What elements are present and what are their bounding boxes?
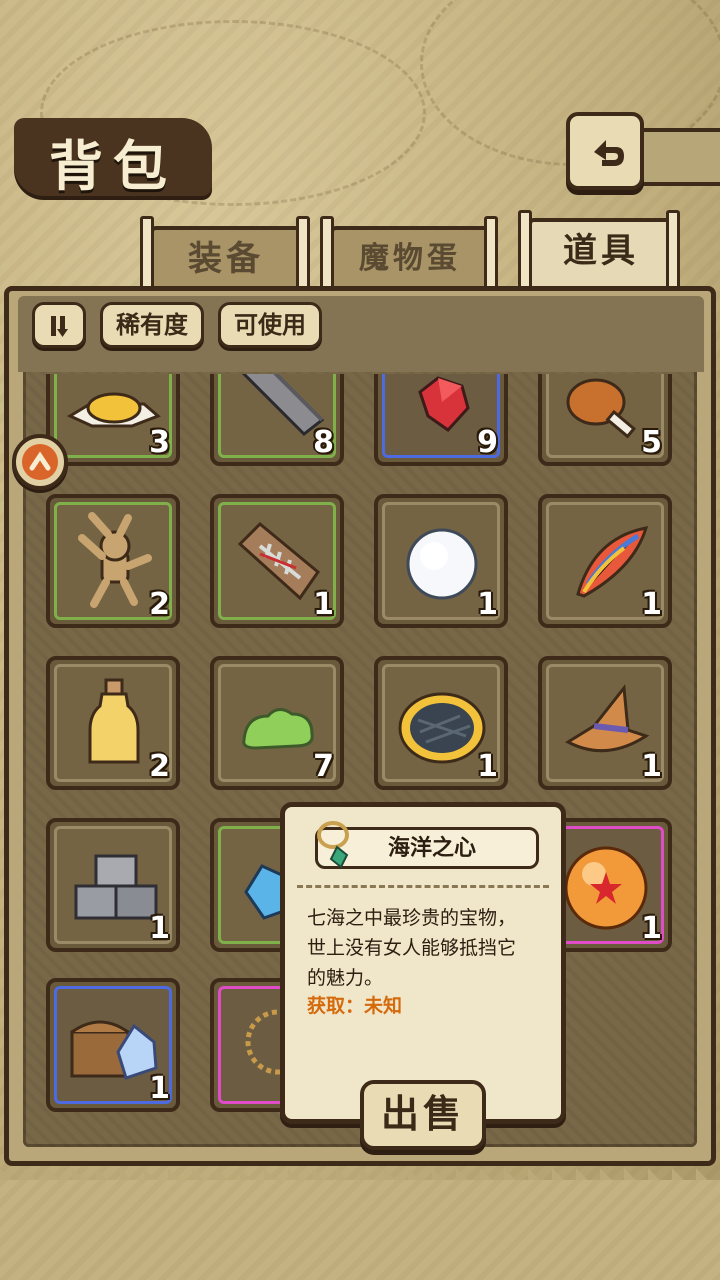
item-count: 7 xyxy=(313,749,334,784)
item-slot[interactable]: 5 xyxy=(538,374,672,466)
item-count: 5 xyxy=(641,425,662,460)
tab-items[interactable]: 道具 xyxy=(528,218,674,288)
sort-toggle-button[interactable] xyxy=(32,302,86,348)
item-slot[interactable]: 1 xyxy=(46,818,180,952)
tab-items-label: 道具 xyxy=(563,231,639,271)
tab-monster-eggs-label: 魔物蛋 xyxy=(359,241,461,276)
item-count: 2 xyxy=(149,587,170,622)
tooltip-desc-line: 七海之中最珍贵的宝物， xyxy=(307,907,517,929)
sort-toggle-icon xyxy=(51,316,68,337)
rarity-filter-label: 稀有度 xyxy=(116,311,188,339)
tooltip-divider xyxy=(297,885,549,888)
tooltip-description: 七海之中最珍贵的宝物， 世上没有女人能够抵挡它 的魅力。 xyxy=(307,903,555,993)
tab-monster-eggs[interactable]: 魔物蛋 xyxy=(330,226,490,288)
tooltip-desc-line: 的魅力。 xyxy=(307,967,384,989)
sell-button-label: 出售 xyxy=(380,1092,465,1136)
page-title-plaque: 背包 xyxy=(14,118,212,198)
item-slot[interactable]: 1 xyxy=(538,494,672,628)
item-count: 1 xyxy=(641,911,662,946)
necklace-icon xyxy=(317,821,349,869)
item-slot[interactable]: 1 xyxy=(374,494,508,628)
usable-filter-button[interactable]: 可使用 xyxy=(218,302,322,348)
item-count: 2 xyxy=(149,749,170,784)
tooltip-item-name: 海洋之心 xyxy=(388,836,477,861)
usable-filter-label: 可使用 xyxy=(234,311,306,339)
item-count: 1 xyxy=(313,587,334,622)
item-count: 1 xyxy=(149,911,170,946)
back-button[interactable] xyxy=(566,112,644,190)
item-slot[interactable]: 8 xyxy=(210,374,344,466)
scroll-top-button[interactable] xyxy=(12,434,68,490)
item-tooltip: 海洋之心 七海之中最珍贵的宝物， 世上没有女人能够抵挡它 的魅力。 获取：未知 xyxy=(280,802,566,1124)
page-title: 背包 xyxy=(49,135,177,198)
back-button-tab xyxy=(640,128,720,186)
item-count: 1 xyxy=(477,587,498,622)
item-slot[interactable]: 7 xyxy=(210,656,344,790)
item-count: 1 xyxy=(477,749,498,784)
item-count: 1 xyxy=(641,749,662,784)
item-slot[interactable]: 1 xyxy=(538,656,672,790)
tab-equipment-label: 装备 xyxy=(188,239,264,279)
bottom-map-band xyxy=(0,1180,720,1280)
sell-button[interactable]: 出售 xyxy=(360,1080,486,1150)
tab-post xyxy=(666,210,680,298)
item-count: 1 xyxy=(641,587,662,622)
item-count: 8 xyxy=(313,425,334,460)
item-slot[interactable]: 1 xyxy=(46,978,180,1112)
item-count: 9 xyxy=(477,425,498,460)
tab-post xyxy=(518,210,532,298)
item-slot[interactable]: 1 xyxy=(374,656,508,790)
tooltip-desc-line: 世上没有女人能够抵挡它 xyxy=(307,937,517,959)
item-slot[interactable]: 9 xyxy=(374,374,508,466)
arrow-up-icon xyxy=(29,451,51,471)
tab-equipment[interactable]: 装备 xyxy=(150,226,302,288)
rarity-filter-button[interactable]: 稀有度 xyxy=(100,302,204,348)
back-arrow-icon xyxy=(594,140,624,166)
item-slot[interactable]: 2 xyxy=(46,656,180,790)
tooltip-source: 获取：未知 xyxy=(307,995,403,1017)
item-slot[interactable]: 2 xyxy=(46,494,180,628)
item-slot[interactable]: 1 xyxy=(210,494,344,628)
item-count: 3 xyxy=(149,425,170,460)
item-count: 1 xyxy=(149,1071,170,1106)
